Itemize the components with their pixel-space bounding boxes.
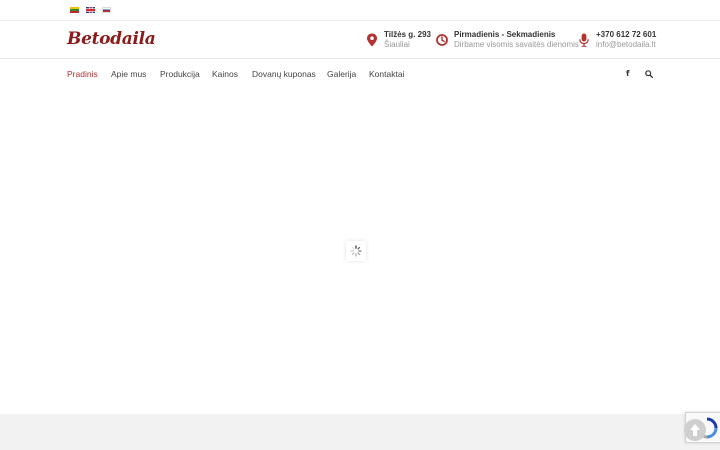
back-to-top-button[interactable] [684,419,706,441]
contact-email[interactable]: info@betodaila.lt [596,40,656,49]
nav-item-produkcija[interactable]: Produkcija [160,69,200,79]
microphone-icon [579,33,589,47]
nav-item-galerija[interactable]: Galerija [327,69,356,79]
clock-icon [436,34,448,46]
nav-item-apie-mus[interactable]: Apie mus [111,69,146,79]
contact-phone[interactable]: +370 612 72 601 [596,30,656,39]
nav-item-dovanu-kuponas[interactable]: Dovanų kuponas [252,69,316,79]
contact-info: +370 612 72 601 info@betodaila.lt [578,30,658,52]
flag-uk-icon[interactable] [86,7,95,13]
footer-band [0,414,720,450]
nav-item-kontaktai[interactable]: Kontaktai [369,69,404,79]
loading-spinner-icon [350,245,362,257]
main-navigation: Pradinis Apie mus Produkcija Kainos Dova… [0,60,720,88]
map-pin-icon [367,33,377,47]
site-header: Betodaila Tilžės g. 293 Šiauliai Pirmadi… [0,21,720,59]
arrow-up-icon [690,424,700,436]
flag-lithuania-icon[interactable] [70,7,79,13]
nav-item-pradinis[interactable]: Pradinis [67,69,98,79]
address-info: Tilžės g. 293 Šiauliai [366,30,436,52]
loading-indicator [346,241,366,261]
hours-info: Pirmadienis - Sekmadienis Dirbame visomi… [436,30,579,52]
flag-russia-icon[interactable] [102,7,111,13]
facebook-icon[interactable]: f [626,69,629,78]
search-icon[interactable] [645,70,653,78]
hours-note: Dirbame visomis savaitės dienomis [454,40,579,49]
address-city: Šiauliai [384,40,410,49]
top-bar [0,0,720,21]
hours-days: Pirmadienis - Sekmadienis [454,30,556,39]
language-switcher [70,7,111,13]
address-street: Tilžės g. 293 [384,30,431,39]
nav-item-kainos[interactable]: Kainos [212,69,238,79]
site-logo[interactable]: Betodaila [67,29,156,49]
